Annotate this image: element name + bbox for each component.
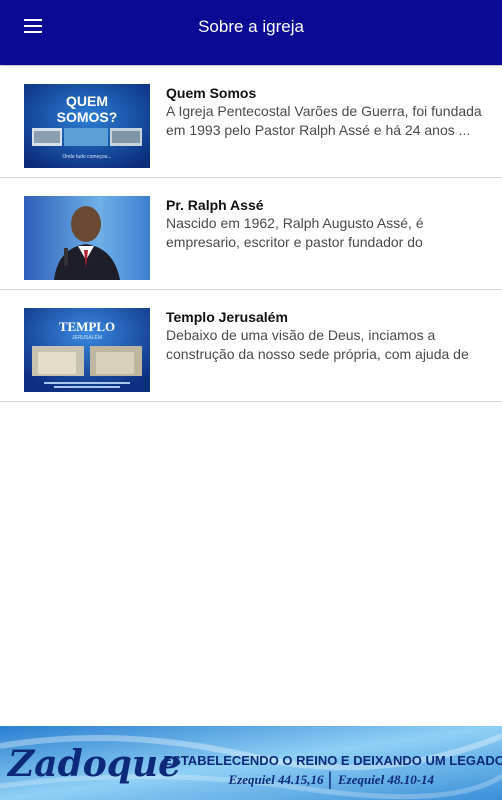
item-title: Templo Jerusalém [166, 309, 288, 325]
item-title: Quem Somos [166, 85, 257, 101]
svg-text:QUEM: QUEM [66, 93, 108, 109]
list-item-quem-somos[interactable]: QUEM SOMOS? Onde tudo começou... Quem So… [0, 66, 502, 178]
banner-ref-2: Ezequiel 48.10-14 [337, 772, 435, 787]
quem-somos-thumbnail: QUEM SOMOS? Onde tudo começou... [24, 84, 150, 168]
svg-text:TEMPLO: TEMPLO [59, 319, 115, 334]
content-list: QUEM SOMOS? Onde tudo começou... Quem So… [0, 66, 502, 402]
banner-slogan: ESTABELECENDO O REINO E DEIXANDO UM LEGA… [163, 753, 502, 768]
item-description: Nascido em 1962, Ralph Augusto Assé, é e… [166, 215, 424, 250]
temple-thumbnail: TEMPLO JERUSALÉM [24, 308, 150, 392]
banner-ref-1: Ezequiel 44.15,16 [228, 772, 324, 787]
page-title: Sobre a igreja [198, 17, 304, 36]
item-description: A Igreja Pentecostal Varões de Guerra, f… [166, 103, 482, 138]
banner-separator: | [328, 769, 333, 789]
svg-text:SOMOS?: SOMOS? [57, 109, 118, 125]
list-item-pr-ralph-asse[interactable]: Pr. Ralph Assé Nascido em 1962, Ralph Au… [0, 178, 502, 290]
svg-text:JERUSALÉM: JERUSALÉM [72, 334, 102, 341]
item-description: Debaixo de uma visão de Deus, inciamos a… [166, 327, 469, 362]
list-item-templo-jerusalem[interactable]: TEMPLO JERUSALÉM Templo Jerusalém Debaix… [0, 290, 502, 402]
banner-brand: Zadoque [6, 743, 181, 785]
pastor-photo-thumbnail [24, 196, 150, 280]
item-title: Pr. Ralph Assé [166, 197, 264, 213]
ad-banner[interactable]: Zadoque ESTABELECENDO O REINO E DEIXANDO… [0, 726, 502, 800]
svg-text:Onde tudo começou...: Onde tudo começou... [62, 154, 111, 160]
app-bar: Sobre a igreja [0, 0, 502, 65]
